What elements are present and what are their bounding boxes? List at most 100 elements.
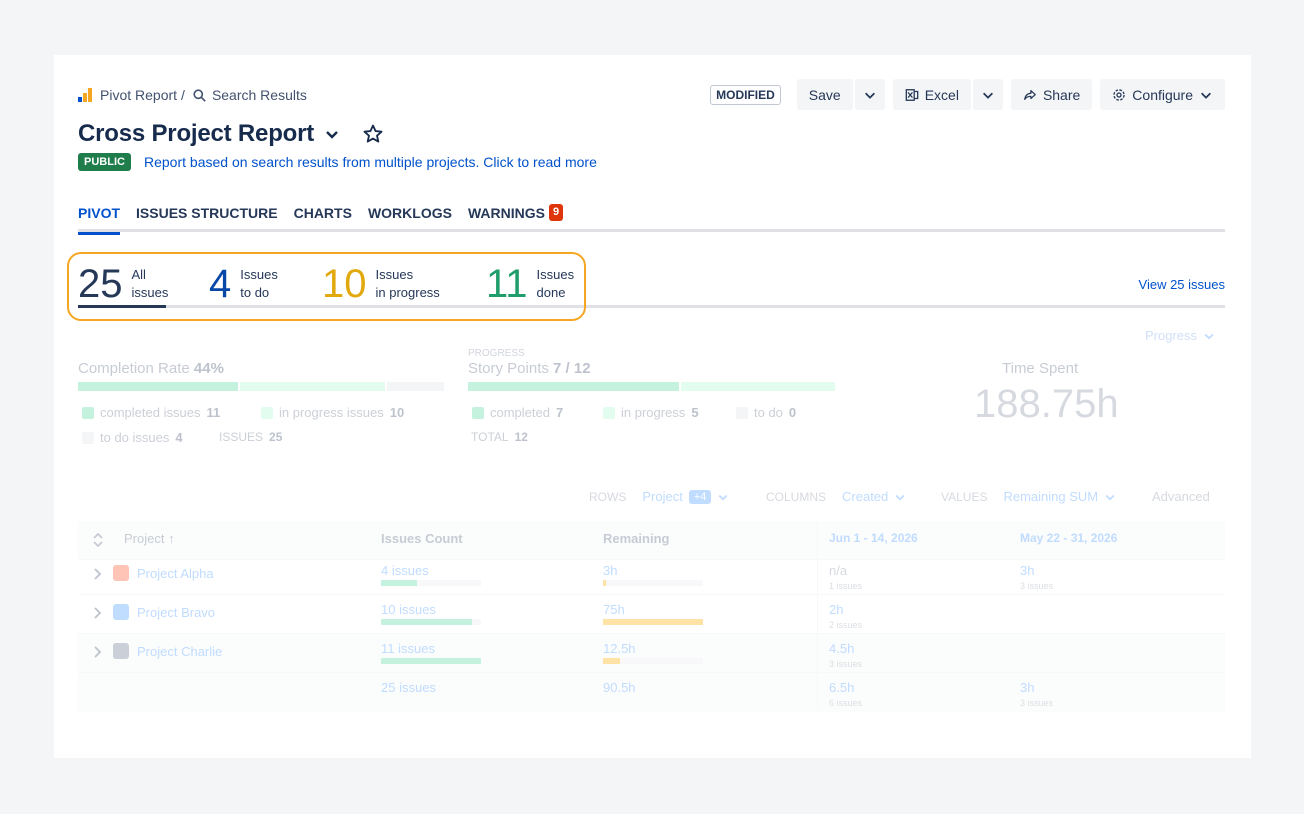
issues-count-column-header[interactable]: Issues Count xyxy=(381,531,463,546)
tab-charts[interactable]: CHARTS xyxy=(294,205,352,232)
excel-options-button[interactable] xyxy=(972,79,1003,110)
tab-bar: PIVOT ISSUES STRUCTURE CHARTS WORKLOGS W… xyxy=(78,204,1225,235)
table-row: Project Bravo 10 issues 75h 2h 2 issues xyxy=(78,595,1225,634)
remaining-bar xyxy=(603,658,703,664)
tab-pivot[interactable]: PIVOT xyxy=(78,205,121,235)
project-name[interactable]: Project Alpha xyxy=(137,566,214,581)
chevron-right-icon[interactable] xyxy=(93,567,103,581)
completed-segment xyxy=(468,382,679,391)
chevron-down-icon xyxy=(1204,333,1214,340)
tab-label: WARNINGS xyxy=(467,205,545,221)
remaining-value[interactable]: 75h xyxy=(603,602,625,617)
project-name[interactable]: Project Bravo xyxy=(137,605,215,620)
values-label: VALUES xyxy=(941,489,988,504)
legend-completed-issues: completed issues 11 xyxy=(82,405,220,420)
share-button[interactable]: Share xyxy=(1010,79,1093,110)
legend-issues-total: ISSUES 25 xyxy=(219,430,283,444)
chevron-right-icon[interactable] xyxy=(93,645,103,659)
tab-worklogs[interactable]: WORKLOGS xyxy=(368,205,452,232)
columns-control[interactable]: COLUMNS Created xyxy=(766,489,906,504)
rows-extra-badge: +4 xyxy=(688,489,712,504)
total-remaining[interactable]: 90.5h xyxy=(603,680,636,695)
page-title: Cross Project Report xyxy=(78,120,315,147)
star-icon[interactable] xyxy=(362,123,384,145)
date1-issue-count: 2 issues xyxy=(829,620,863,630)
rows-label: ROWS xyxy=(589,489,627,504)
issues-count-link[interactable]: 10 issues xyxy=(381,602,436,617)
tab-issues-structure[interactable]: ISSUES STRUCTURE xyxy=(136,205,278,232)
issues-count-link[interactable]: 11 issues xyxy=(381,641,435,656)
legend-in-progress-issues: in progress issues 10 xyxy=(261,405,404,420)
legend-todo-issues: to do issues 4 xyxy=(82,430,183,445)
project-name[interactable]: Project Charlie xyxy=(137,644,222,659)
view-issues-link[interactable]: View 25 issues xyxy=(1139,277,1225,292)
remaining-column-header[interactable]: Remaining xyxy=(603,531,669,546)
date1-value[interactable]: 2h xyxy=(829,602,843,617)
story-points-bar xyxy=(468,382,835,391)
save-options-button[interactable] xyxy=(854,79,885,110)
date1-value[interactable]: 4.5h xyxy=(829,641,854,656)
chevron-down-icon[interactable] xyxy=(324,126,340,142)
remaining-value[interactable]: 3h xyxy=(603,563,617,578)
chevron-down-icon xyxy=(864,92,875,99)
report-description-link[interactable]: Report based on search results from mult… xyxy=(144,154,597,170)
tab-label: ISSUES STRUCTURE xyxy=(136,205,278,221)
search-icon xyxy=(193,88,206,102)
values-control[interactable]: VALUES Remaining SUM xyxy=(941,489,1116,504)
total-issues-count[interactable]: 25 issues xyxy=(381,680,436,695)
completion-rate-bar xyxy=(78,382,444,391)
chevron-right-icon[interactable] xyxy=(93,606,103,620)
sort-toggle-icon[interactable] xyxy=(93,532,103,548)
values-value: Remaining SUM xyxy=(1003,489,1099,504)
chevron-down-icon xyxy=(1105,494,1115,501)
total-date1-value[interactable]: 6.5h xyxy=(829,680,854,695)
date-column-header-1[interactable]: Jun 1 - 14, 2026 xyxy=(829,531,918,545)
toolbar: MODIFIED Save Excel Share Configure xyxy=(710,79,1225,110)
total-date2-value[interactable]: 3h xyxy=(1020,680,1034,695)
legend-story-completed: completed 7 xyxy=(472,405,563,420)
story-points-title: Story Points 7 / 12 xyxy=(468,360,591,377)
column-group-divider xyxy=(817,521,818,710)
total-date1-issue-count: 6 issues xyxy=(829,698,863,708)
breadcrumb-current[interactable]: Search Results xyxy=(212,87,307,103)
issues-count-link[interactable]: 4 issues xyxy=(381,563,429,578)
columns-label: COLUMNS xyxy=(766,489,827,504)
progress-caption: PROGRESS xyxy=(468,348,525,359)
total-date2-issue-count: 3 issues xyxy=(1020,698,1054,708)
save-label: Save xyxy=(808,86,841,103)
legend-story-in-progress: in progress 5 xyxy=(603,405,699,420)
issues-count-bar xyxy=(381,580,481,586)
breadcrumb-root-link[interactable]: Pivot Report xyxy=(100,87,177,103)
date2-issue-count: 3 issues xyxy=(1020,581,1054,591)
time-spent-value: 188.75h xyxy=(974,382,1119,426)
report-title-row: Cross Project Report xyxy=(78,120,384,148)
breadcrumb: Pivot Report / Search Results xyxy=(78,87,307,103)
project-column-header[interactable]: Project ↑ xyxy=(124,531,175,546)
visibility-badge: PUBLIC xyxy=(78,153,131,171)
table-row: Project Alpha 4 issues 3h n/a 1 issues 3… xyxy=(78,556,1225,595)
date2-value[interactable]: 3h xyxy=(1020,563,1034,578)
advanced-link[interactable]: Advanced xyxy=(1152,489,1210,504)
tab-warnings[interactable]: WARNINGS 9 xyxy=(467,204,564,232)
remaining-bar xyxy=(603,580,703,586)
table-row: Project Charlie 11 issues 12.5h 4.5h 3 i… xyxy=(78,634,1225,673)
progress-dropdown[interactable]: Progress xyxy=(1145,328,1215,343)
totals-row: 25 issues 90.5h 6.5h 6 issues 3h 3 issue… xyxy=(78,673,1225,712)
configure-button[interactable]: Configure xyxy=(1100,79,1225,110)
legend-story-todo: to do 0 xyxy=(736,405,796,420)
breadcrumb-separator: / xyxy=(181,87,185,103)
remaining-bar xyxy=(603,619,703,625)
project-alpha-icon xyxy=(113,565,129,581)
rows-control[interactable]: ROWS Project +4 xyxy=(589,489,729,504)
warnings-count-badge: 9 xyxy=(548,204,564,221)
save-button[interactable]: Save xyxy=(796,79,853,110)
share-icon xyxy=(1024,89,1036,100)
todo-segment xyxy=(387,382,444,391)
excel-button-group: Excel xyxy=(892,79,1003,110)
date-column-header-2[interactable]: May 22 - 31, 2026 xyxy=(1020,531,1117,545)
chevron-down-icon xyxy=(895,494,905,501)
remaining-value[interactable]: 12.5h xyxy=(603,641,636,656)
progress-dropdown-label: Progress xyxy=(1144,328,1197,343)
configure-label: Configure xyxy=(1132,86,1193,103)
excel-button[interactable]: Excel xyxy=(892,79,971,110)
